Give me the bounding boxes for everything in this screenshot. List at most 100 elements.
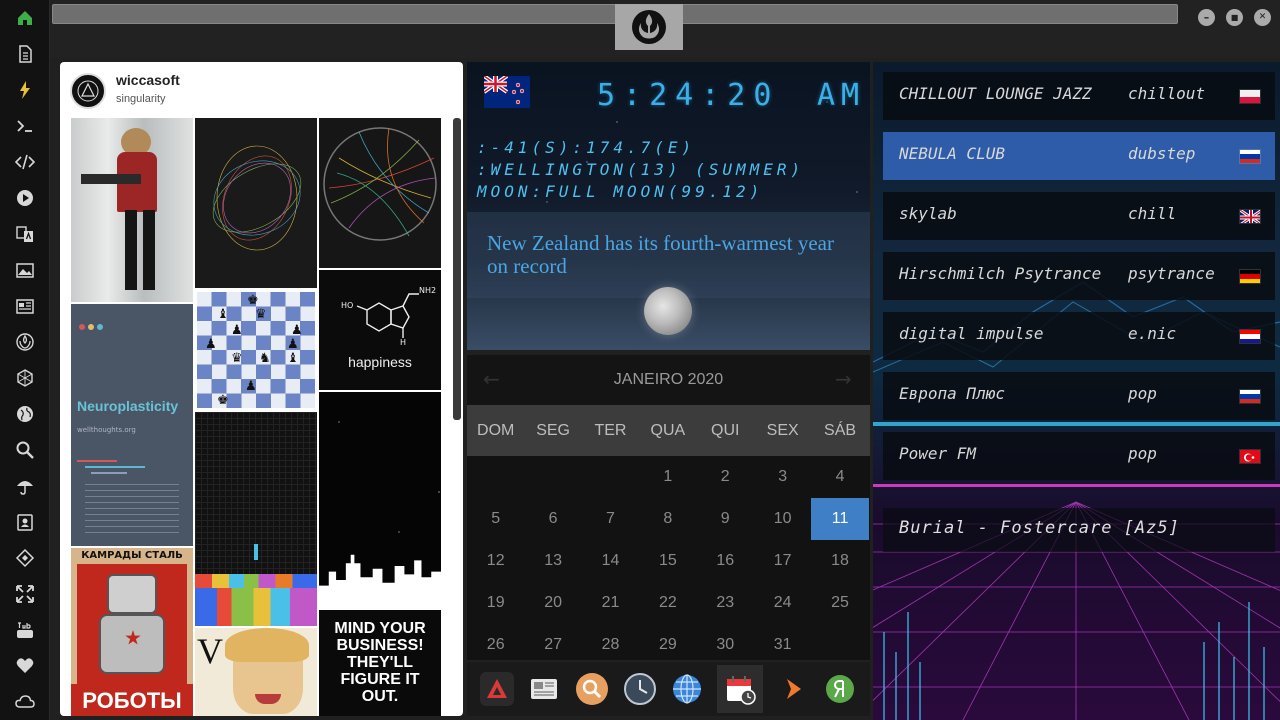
- station-item[interactable]: Power FM pop: [883, 432, 1275, 480]
- clock-icon[interactable]: [622, 671, 658, 707]
- tetris-tile[interactable]: [195, 412, 317, 626]
- calendar-day[interactable]: 27: [524, 624, 581, 666]
- sidebar-item-expand[interactable]: [11, 580, 39, 608]
- calendar-day[interactable]: 3: [754, 456, 811, 498]
- sidebar-item-terminal[interactable]: [11, 112, 39, 140]
- calendar-day[interactable]: 19: [467, 582, 524, 624]
- calendar-day[interactable]: 25: [811, 582, 868, 624]
- calendar-day[interactable]: 16: [697, 540, 754, 582]
- station-item[interactable]: Hirschmilch Psytrance psytrance: [883, 252, 1275, 300]
- croatia-flag-icon: [1239, 329, 1261, 344]
- sidebar-item-home[interactable]: [11, 4, 39, 32]
- sidebar-item-code[interactable]: [11, 148, 39, 176]
- minimize-button[interactable]: –: [1198, 9, 1215, 26]
- feed-scrollbar[interactable]: [453, 118, 461, 420]
- calendar-day[interactable]: 26: [467, 624, 524, 666]
- calendar-day[interactable]: 21: [582, 582, 639, 624]
- happiness-tile[interactable]: NH2 HO H happiness: [319, 270, 441, 390]
- chess-tile[interactable]: ♚ ♝ ♛ ♟ ♟ ♟ ♟ ♛ ♞ ♝ ♟ ♚: [195, 290, 317, 410]
- user-subtitle: singularity: [116, 93, 166, 105]
- calendar-day[interactable]: 1: [639, 456, 696, 498]
- calendar-day[interactable]: 15: [639, 540, 696, 582]
- next-month-button[interactable]: →: [835, 367, 852, 391]
- sidebar-item-search[interactable]: [11, 436, 39, 464]
- calendar-day[interactable]: 28: [582, 624, 639, 666]
- calendar-day: [524, 456, 581, 498]
- calendar-day[interactable]: 10: [754, 498, 811, 540]
- calendar-day[interactable]: 23: [697, 582, 754, 624]
- desktop: – ■ ✕ wiccasoft singularity Neuroplastic…: [0, 0, 1280, 720]
- image-icon: [16, 263, 34, 278]
- sidebar-item-news[interactable]: [11, 292, 39, 320]
- station-item[interactable]: NEBULA CLUB dubstep: [883, 132, 1275, 180]
- sidebar-item-heart[interactable]: [11, 652, 39, 680]
- calendar-day[interactable]: 8: [639, 498, 696, 540]
- arrow-icon[interactable]: [775, 671, 811, 707]
- news-banner[interactable]: New Zealand has its fourth-warmest year …: [467, 212, 870, 298]
- calendar-icon[interactable]: [716, 665, 763, 713]
- string-art-tile[interactable]: [195, 118, 317, 288]
- calendar-day[interactable]: 7: [582, 498, 639, 540]
- maximize-button[interactable]: ■: [1226, 9, 1243, 26]
- calendar-day[interactable]: 22: [639, 582, 696, 624]
- chord-diagram-tile[interactable]: [319, 118, 441, 268]
- sidebar-item-translate[interactable]: [11, 220, 39, 248]
- news-reader-icon[interactable]: [526, 671, 562, 707]
- sidebar-item-rebel[interactable]: [11, 328, 39, 356]
- calendar-day[interactable]: 24: [754, 582, 811, 624]
- username[interactable]: wiccasoft: [116, 72, 180, 88]
- calendar-day[interactable]: 6: [524, 498, 581, 540]
- sidebar-item-contacts[interactable]: [11, 508, 39, 536]
- sidebar-item-document[interactable]: [11, 40, 39, 68]
- news-headline[interactable]: New Zealand has its fourth-warmest year …: [487, 232, 847, 278]
- calendar-day[interactable]: 13: [524, 540, 581, 582]
- close-button[interactable]: ✕: [1254, 9, 1271, 26]
- germany-flag-icon: [1239, 269, 1261, 284]
- calendar-weekdays: DOM SEG TER QUA QUI SEX SÁB: [467, 405, 870, 456]
- rebel-alliance-icon: [16, 333, 34, 351]
- calendar-day[interactable]: 4: [811, 456, 868, 498]
- sidebar-item-globe[interactable]: [11, 400, 39, 428]
- neuroplasticity-tile[interactable]: Neuroplasticity wellthoughts.org: [71, 304, 193, 546]
- calendar-day[interactable]: 30: [697, 624, 754, 666]
- calendar-week-row: 19 20 21 22 23 24 25: [467, 582, 870, 624]
- station-item[interactable]: digital impulse e.nic: [883, 312, 1275, 360]
- calendar-day[interactable]: 12: [467, 540, 524, 582]
- station-item[interactable]: Европа Плюс pop: [883, 372, 1275, 420]
- app-logo[interactable]: [615, 4, 683, 50]
- calendar-day[interactable]: 5: [467, 498, 524, 540]
- app-launcher-icon[interactable]: [479, 671, 515, 707]
- maximize-icon: ■: [1230, 12, 1239, 22]
- sidebar-item-play[interactable]: [11, 184, 39, 212]
- sidebar-item-cloud[interactable]: [11, 688, 39, 716]
- vogue-tile[interactable]: V: [195, 628, 317, 716]
- calendar-day[interactable]: 2: [697, 456, 754, 498]
- sidebar-item-umbrella[interactable]: [11, 472, 39, 500]
- calendar-day[interactable]: 29: [639, 624, 696, 666]
- world-clock-panel: 5:24:20 AM :-41(S):174.7(E) :WELLINGTON(…: [467, 62, 870, 350]
- station-item[interactable]: skylab chill: [883, 192, 1275, 240]
- motto-tile[interactable]: MIND YOUR BUSINESS! THEY'LL FIGURE IT OU…: [319, 610, 441, 716]
- sidebar-item-codepen[interactable]: [11, 544, 39, 572]
- calendar-day[interactable]: 14: [582, 540, 639, 582]
- calendar-day-today[interactable]: 11: [811, 498, 869, 540]
- search-icon[interactable]: [574, 671, 610, 707]
- calendar-day[interactable]: 17: [754, 540, 811, 582]
- lightning-icon: [20, 81, 30, 99]
- city-night-tile[interactable]: [319, 392, 441, 608]
- robot-poster-tile[interactable]: КАМРАДЫ СТАЛЬ РОБОТЫ: [71, 548, 193, 716]
- sidebar-item-youtube[interactable]: [11, 616, 39, 644]
- newspaper-icon: [16, 299, 34, 314]
- sidebar-item-image[interactable]: [11, 256, 39, 284]
- sidebar-item-lightning[interactable]: [11, 76, 39, 104]
- calendar-day[interactable]: 18: [811, 540, 868, 582]
- globe-icon[interactable]: [669, 671, 705, 707]
- station-item[interactable]: CHILLOUT LOUNGE JAZZ chillout: [883, 72, 1275, 120]
- calendar-day[interactable]: 31: [754, 624, 811, 666]
- calendar-day[interactable]: 20: [524, 582, 581, 624]
- yandex-icon[interactable]: [822, 671, 858, 707]
- avatar[interactable]: [70, 73, 106, 109]
- sidebar-item-hexagon[interactable]: [11, 364, 39, 392]
- photo-tile[interactable]: [71, 118, 193, 302]
- calendar-day[interactable]: 9: [697, 498, 754, 540]
